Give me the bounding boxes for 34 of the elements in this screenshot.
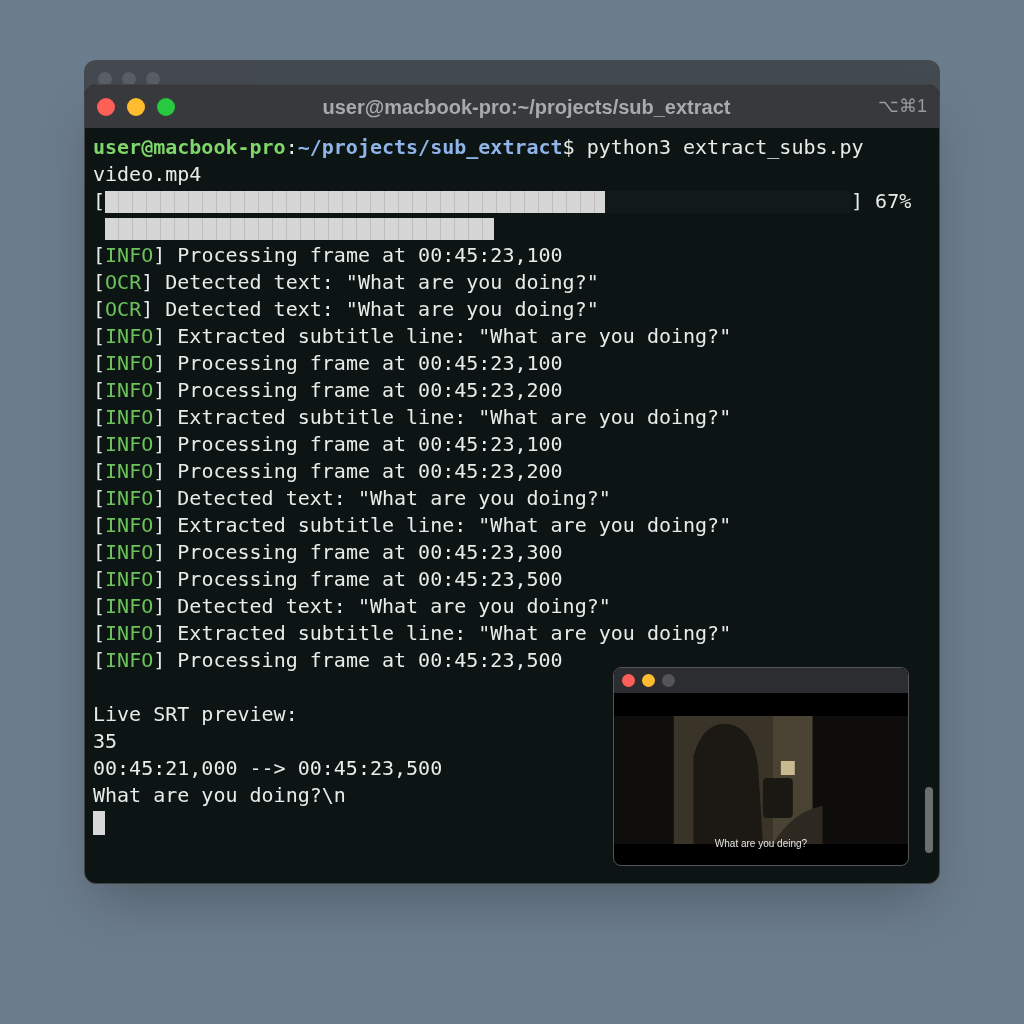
bracket-text: ] bbox=[851, 188, 864, 215]
log-line: [INFO] Extracted subtitle line: "What are you doing?" bbox=[93, 404, 733, 431]
close-button[interactable] bbox=[97, 97, 115, 116]
srt-preview-line: 00:45:21,000 --> 00:45:23,500 bbox=[93, 755, 444, 782]
window-title: user@macbook-pro:~/projects/sub_extract bbox=[321, 94, 732, 120]
bracket-text: [ bbox=[93, 188, 106, 215]
minimize-button[interactable] bbox=[642, 674, 655, 687]
log-line: [INFO] Extracted subtitle line: "What are you doing?" bbox=[93, 512, 733, 539]
minimize-button[interactable] bbox=[127, 97, 145, 116]
close-button[interactable] bbox=[622, 674, 635, 687]
progress-percent: 67% bbox=[875, 188, 912, 215]
log-line: [INFO] Processing frame at 00:45:23,500 bbox=[93, 566, 564, 593]
maximize-button[interactable] bbox=[157, 97, 175, 116]
cursor-icon bbox=[93, 810, 105, 835]
log-line: [OCR] Detected text: "What are you doing?" bbox=[93, 296, 600, 323]
log-line: [INFO] Processing frame at 00:45:23,200 bbox=[93, 458, 564, 485]
log-line: [INFO] Processing frame at 00:45:23,500 bbox=[93, 647, 564, 674]
srt-preview-line: Live SRT preview: bbox=[93, 701, 299, 728]
log-line: [INFO] Detected text: "What are you doing?" bbox=[93, 593, 612, 620]
log-line: [INFO] Processing frame at 00:45:23,300 bbox=[93, 539, 564, 566]
log-line: [INFO] Detected text: "What are you doing?" bbox=[93, 485, 612, 512]
srt-preview-line: What are you doing?\n bbox=[93, 782, 347, 809]
log-line: [OCR] Detected text: "What are you doing?" bbox=[93, 269, 600, 296]
log-line: [INFO] Extracted subtitle line: "What are you doing?" bbox=[93, 620, 733, 647]
srt-preview-line: 35 bbox=[93, 728, 119, 755]
shortcut-label: ⌥⌘1 bbox=[878, 95, 927, 118]
scrollbar-thumb[interactable] bbox=[925, 787, 933, 853]
video-subtitle: What are you deing? bbox=[714, 837, 808, 851]
log-line: [INFO] Processing frame at 00:45:23,100 bbox=[93, 350, 564, 377]
log-line: [INFO] Processing frame at 00:45:23,100 bbox=[93, 242, 564, 269]
log-line: [INFO] Processing frame at 00:45:23,200 bbox=[93, 377, 564, 404]
log-line: [INFO] Extracted subtitle line: "What are you doing?" bbox=[93, 323, 733, 350]
command-prompt: user@macbook-pro:~/projects/sub_extract$ python3 extract_subs.py video.mp4 bbox=[93, 134, 865, 188]
log-line: [INFO] Processing frame at 00:45:23,100 bbox=[93, 431, 564, 458]
